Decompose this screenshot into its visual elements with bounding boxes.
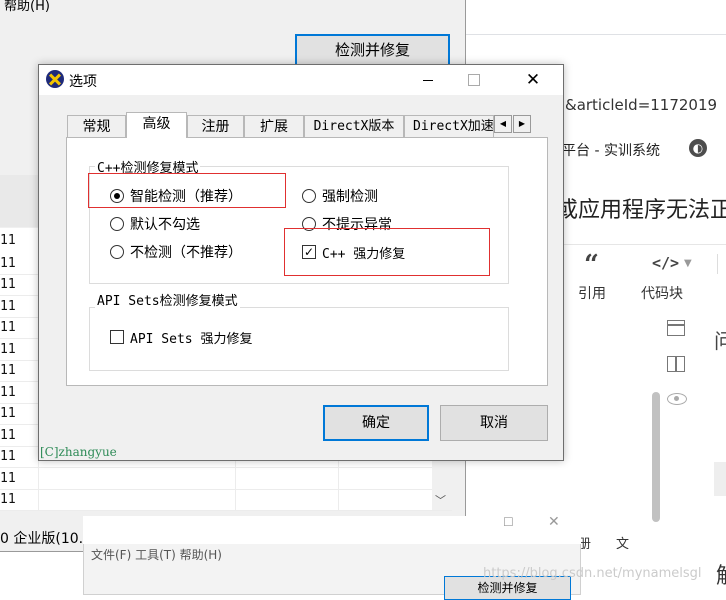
article-bottom-text: 解 [716, 558, 726, 590]
api-group-title: API Sets检测修复模式 [95, 290, 240, 309]
article-block [714, 462, 726, 496]
browser-url-fragment[interactable]: &articleId=1172019 [565, 96, 717, 114]
list-header [0, 175, 38, 227]
tab-directx-version[interactable]: DirectX版本 [304, 115, 404, 137]
second-window-menu[interactable]: 文件(F) 工具(T) 帮助(H) [91, 546, 222, 563]
row-value: 11 [0, 233, 16, 248]
table-row[interactable]: 11 [0, 469, 452, 490]
globe-icon[interactable]: ◐ [689, 139, 707, 157]
highlight-smart-detect [88, 173, 286, 208]
article-heading: 或应用程序无法正 [556, 198, 726, 223]
bottom-link-2[interactable]: 文 [616, 533, 629, 552]
watermark: https://blog.csdn.net/mynamelsgl [483, 566, 702, 581]
toolbar-divider [717, 254, 718, 274]
row-value: 11 [0, 449, 16, 464]
code-block-label[interactable]: 代码块 [641, 283, 683, 303]
radio-force[interactable] [302, 189, 316, 203]
tab-advanced[interactable]: 高级 [126, 112, 187, 138]
scroll-down-icon[interactable]: ﹀ [435, 492, 446, 508]
quote-label[interactable]: 引用 [578, 283, 606, 303]
table-row[interactable]: 11 [0, 490, 452, 511]
platform-title[interactable]: 平台 - 实训系统 [562, 140, 660, 160]
force-detect-label[interactable]: 强制检测 [322, 186, 378, 206]
layout-top-icon[interactable] [667, 320, 685, 336]
minimize-button[interactable] [415, 66, 443, 92]
tab-scroll-left-icon[interactable]: ◀ [494, 115, 512, 133]
parent-menu-help[interactable]: 帮助(H) [4, 0, 50, 14]
row-value: 11 [0, 492, 16, 507]
layout-split-icon[interactable] [667, 356, 685, 372]
row-value: 11 [0, 471, 16, 486]
app-logo-icon [46, 70, 64, 88]
browser-divider [466, 34, 726, 35]
article-side-text: 问 [714, 329, 726, 353]
dialog-title: 选项 [69, 74, 97, 90]
detect-repair-button[interactable]: 检测并修复 [295, 34, 450, 66]
row-value: 11 [0, 385, 16, 400]
radio-default-unchecked[interactable] [110, 217, 124, 231]
code-icon[interactable]: </> [652, 254, 679, 272]
tab-scroll-right-icon[interactable]: ▶ [513, 115, 531, 133]
ok-button[interactable]: 确定 [323, 405, 429, 441]
cancel-button[interactable]: 取消 [440, 405, 548, 441]
close-icon[interactable]: ✕ [548, 514, 560, 530]
maximize-icon[interactable]: ☐ [503, 515, 514, 529]
browser-scrollbar[interactable] [652, 392, 660, 522]
row-value: 11 [0, 428, 16, 443]
toolbar-separator [562, 244, 726, 245]
tab-extension[interactable]: 扩展 [244, 115, 304, 137]
no-detect-label[interactable]: 不检测（不推荐） [130, 242, 242, 262]
quote-icon[interactable]: “ [584, 250, 599, 280]
row-value: 11 [0, 363, 16, 378]
row-value: 11 [0, 256, 16, 271]
row-value: 11 [0, 320, 16, 335]
default-unchecked-label[interactable]: 默认不勾选 [130, 214, 200, 234]
tab-directx-accel[interactable]: DirectX加速 [404, 115, 494, 137]
row-value: 11 [0, 277, 16, 292]
highlight-strong-repair [284, 228, 490, 276]
row-value: 11 [0, 342, 16, 357]
row-value: 11 [0, 406, 16, 421]
chevron-down-icon[interactable]: ▼ [684, 258, 692, 269]
tab-general[interactable]: 常规 [67, 115, 126, 137]
tab-register[interactable]: 注册 [187, 115, 244, 137]
api-sets-label[interactable]: API Sets 强力修复 [130, 328, 252, 347]
eye-icon[interactable] [667, 393, 687, 405]
row-value: 11 [0, 299, 16, 314]
api-sets-checkbox[interactable] [110, 330, 124, 344]
close-button[interactable]: ✕ [515, 66, 551, 94]
radio-no-detect[interactable] [110, 245, 124, 259]
maximize-button[interactable] [460, 66, 488, 92]
copyright-text: [C]zhangyue [40, 445, 117, 459]
